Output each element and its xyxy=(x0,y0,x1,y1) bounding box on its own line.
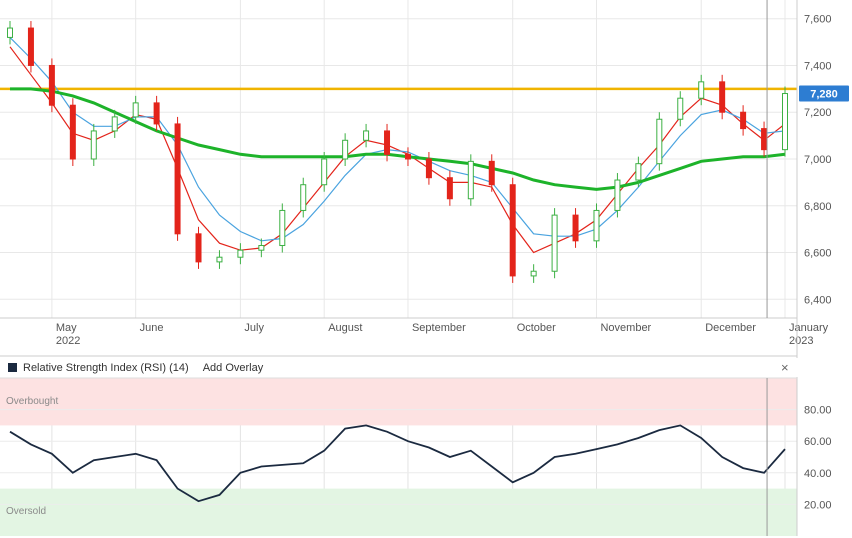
candle-body xyxy=(258,245,265,251)
candle-body xyxy=(719,81,726,113)
moving-average-line xyxy=(9,36,786,242)
candle-body xyxy=(740,111,747,130)
x-tick-label: January xyxy=(789,322,829,334)
x-tick-label: July xyxy=(244,322,264,334)
candle-body xyxy=(363,130,370,141)
candle-body xyxy=(614,179,621,211)
add-overlay-button[interactable]: Add Overlay xyxy=(203,362,264,374)
x-tick-label: September xyxy=(412,322,466,334)
candle-body xyxy=(782,93,788,151)
rsi-y-tick-label: 80.00 xyxy=(804,405,832,417)
overbought-zone xyxy=(0,378,797,426)
y-tick-label: 7,600 xyxy=(804,14,832,26)
candle-body xyxy=(656,118,663,165)
candle-body xyxy=(509,184,516,277)
x-tick-year: 2022 xyxy=(56,335,80,347)
candle-body xyxy=(384,130,391,155)
candle-body xyxy=(425,158,432,179)
candle-body xyxy=(342,139,349,160)
chart-canvas: 7,6007,4007,2007,0006,8006,6006,400 May2… xyxy=(0,0,849,536)
rsi-y-axis: 80.00 60.00 40.00 20.00 xyxy=(804,405,832,512)
candle-body xyxy=(7,27,13,38)
rsi-legend-swatch xyxy=(8,363,17,372)
candle-body xyxy=(698,81,705,99)
rsi-title: Relative Strength Index (RSI) (14) xyxy=(23,361,189,374)
candle-body xyxy=(404,153,411,160)
x-tick-label: August xyxy=(328,322,362,334)
rsi-y-tick-label: 40.00 xyxy=(804,468,832,480)
x-tick-label: November xyxy=(600,322,651,334)
candle-body xyxy=(237,249,244,258)
candle-body xyxy=(279,209,286,247)
candle-body xyxy=(300,184,307,211)
candle-body xyxy=(153,102,160,125)
candle-body xyxy=(216,256,223,263)
price-y-axis: 7,600 7,400 7,200 7,000 6,800 6,600 6,400 xyxy=(804,14,832,307)
y-tick-label: 7,400 xyxy=(804,60,832,72)
x-tick-label: December xyxy=(705,322,756,334)
x-tick-year: 2023 xyxy=(789,335,813,347)
candle-body xyxy=(572,214,579,242)
x-tick-label: October xyxy=(517,322,556,334)
candle-body xyxy=(446,177,453,200)
rsi-y-tick-label: 20.00 xyxy=(804,499,832,511)
y-tick-label: 6,800 xyxy=(804,201,832,213)
last-price-text: 7,280 xyxy=(810,89,838,101)
candle-body xyxy=(593,209,600,242)
candle-body xyxy=(635,163,642,181)
candle-body xyxy=(132,102,139,118)
y-tick-label: 7,200 xyxy=(804,107,832,119)
close-icon[interactable]: × xyxy=(781,360,789,375)
moving-averages xyxy=(9,36,786,254)
x-tick-label: May xyxy=(56,322,77,334)
y-tick-label: 6,400 xyxy=(804,294,832,306)
candle-body xyxy=(761,128,768,151)
candle-body xyxy=(48,64,55,106)
candle-body xyxy=(27,27,34,66)
candle-body xyxy=(195,233,202,263)
rsi-y-tick-label: 60.00 xyxy=(804,436,832,448)
candle-body xyxy=(530,270,537,277)
candle-body xyxy=(488,160,495,186)
y-tick-label: 7,000 xyxy=(804,154,832,166)
candle-body xyxy=(677,97,684,120)
candle-body xyxy=(69,104,76,160)
y-tick-label: 6,600 xyxy=(804,248,832,260)
candle-body xyxy=(90,130,97,160)
candle-body xyxy=(111,116,118,132)
candlesticks xyxy=(7,21,788,283)
last-price-tag: 7,280 xyxy=(799,85,849,102)
price-x-axis: May2022 June July August September October Nov… xyxy=(56,322,829,347)
candle-body xyxy=(174,123,181,235)
oversold-zone xyxy=(0,488,797,536)
candle-body xyxy=(321,158,328,186)
moving-average-line xyxy=(10,87,786,191)
oversold-label: Oversold xyxy=(6,506,47,517)
x-tick-label: June xyxy=(140,322,164,334)
candle-body xyxy=(467,160,474,200)
overbought-label: Overbought xyxy=(6,396,59,407)
candle-body xyxy=(551,214,558,272)
rsi-header: Relative Strength Index (RSI) (14) Add O… xyxy=(0,358,800,377)
